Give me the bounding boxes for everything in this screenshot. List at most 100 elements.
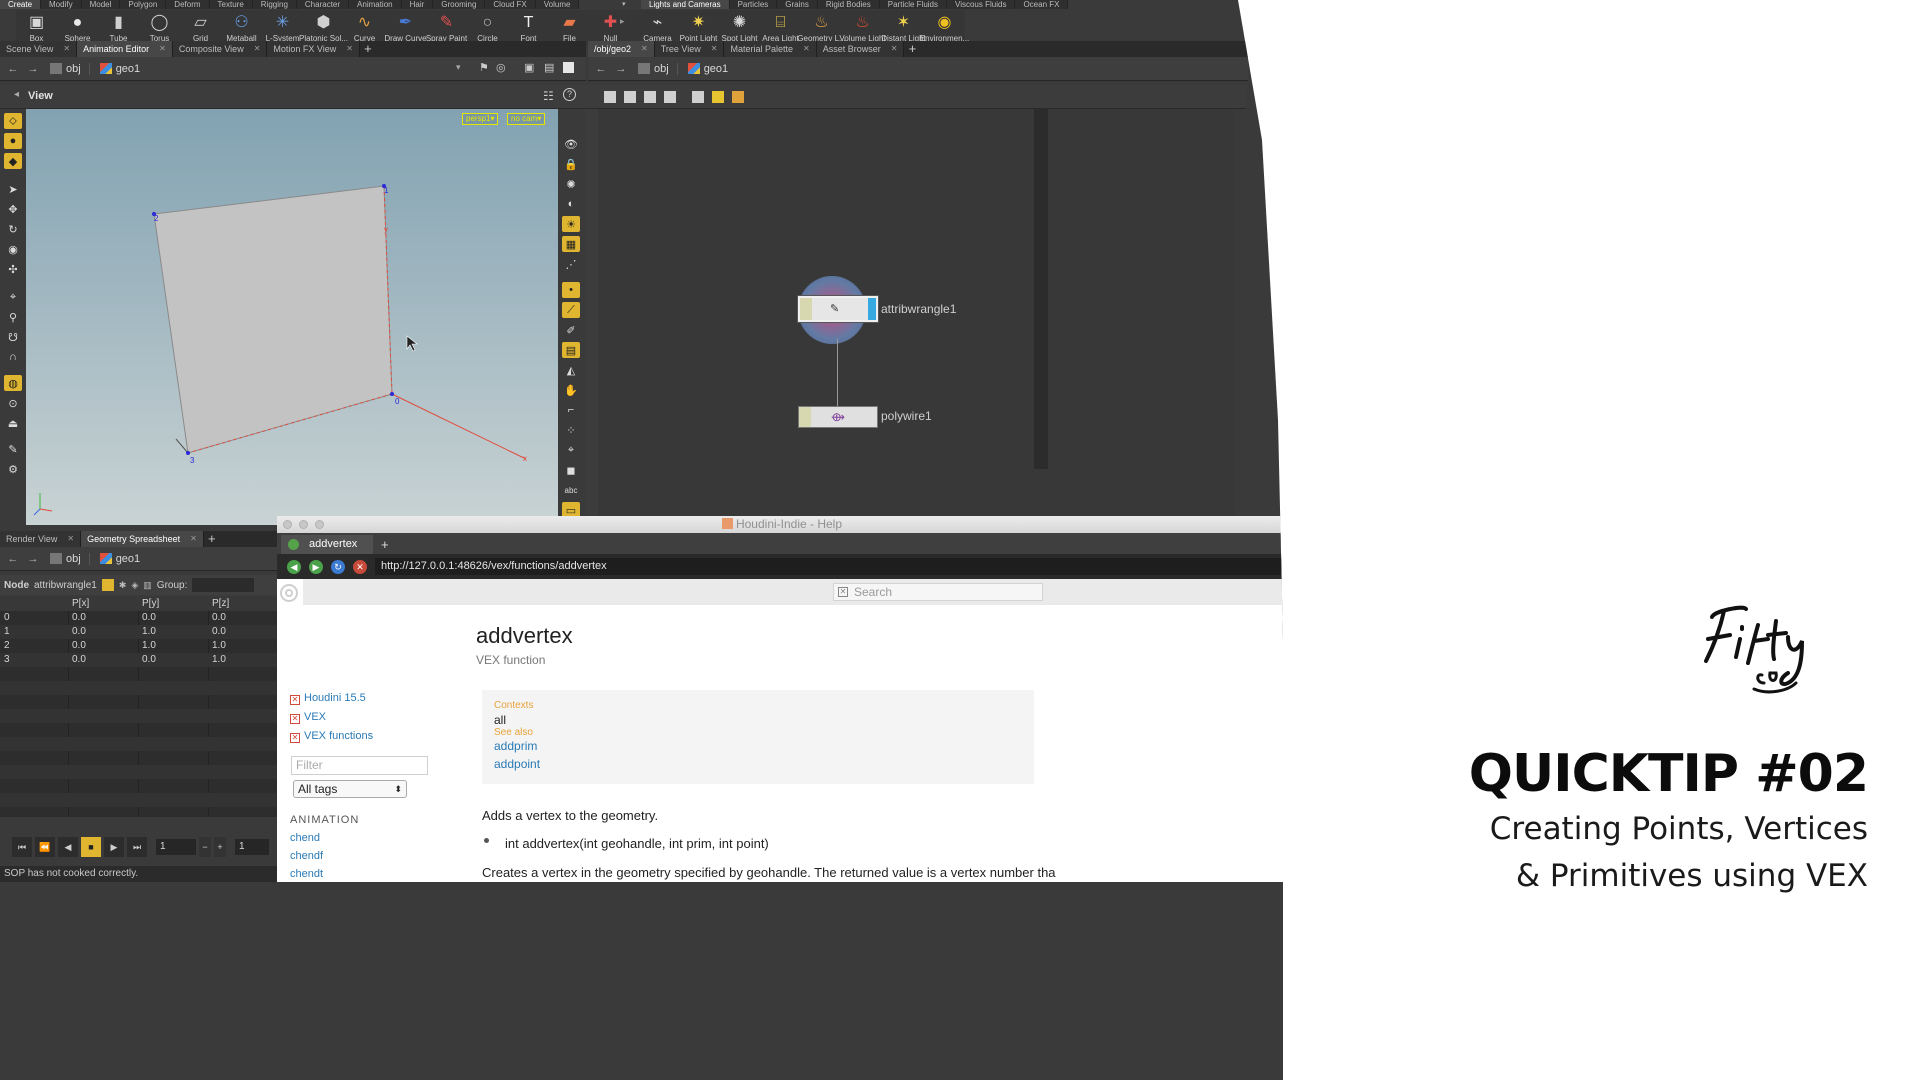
column-header[interactable]: P[x] bbox=[72, 597, 89, 611]
shelf-tab[interactable]: Hair bbox=[401, 0, 434, 9]
display-settings-icon[interactable]: ☷ bbox=[543, 89, 554, 103]
camera-view-icon[interactable]: ▣ bbox=[524, 61, 534, 74]
new-tab-button[interactable]: + bbox=[373, 535, 389, 554]
shelf-tab[interactable]: Lights and Cameras bbox=[641, 0, 730, 9]
breadcrumb-item[interactable]: ✕ VEX functions bbox=[290, 730, 373, 743]
scatter-icon[interactable]: ⁘ bbox=[562, 422, 580, 438]
jump-start-icon[interactable]: ⏮ bbox=[12, 837, 32, 857]
path-segment-obj[interactable]: obj bbox=[46, 62, 90, 75]
snap-tool-icon[interactable]: ☋ bbox=[4, 329, 22, 345]
close-icon[interactable]: ✕ bbox=[711, 41, 718, 57]
group-field[interactable] bbox=[192, 578, 255, 592]
filter-input[interactable]: Filter bbox=[291, 756, 428, 775]
display-points-icon[interactable]: • bbox=[562, 282, 580, 298]
orbit-icon[interactable]: ⊙ bbox=[4, 395, 22, 411]
node-bypass-flag[interactable] bbox=[799, 407, 811, 427]
shelf-tab[interactable]: Rigid Bodies bbox=[817, 0, 880, 9]
close-icon[interactable]: ✕ bbox=[891, 41, 898, 57]
forward-arrow-icon[interactable]: → bbox=[26, 553, 40, 565]
shelf-tab[interactable]: Volume bbox=[535, 0, 580, 9]
hand-icon[interactable]: ✋ bbox=[562, 382, 580, 398]
column-header[interactable]: P[z] bbox=[212, 597, 229, 611]
breadcrumb-item[interactable]: ✕ VEX bbox=[290, 711, 373, 724]
lock-icon[interactable]: 🔒 bbox=[562, 156, 580, 172]
close-icon[interactable]: ✕ bbox=[290, 695, 300, 705]
arrow-pointer-icon[interactable]: ➤ bbox=[4, 181, 22, 197]
select-tool-icon[interactable]: ⬦ bbox=[4, 113, 22, 129]
window-minimize-button[interactable] bbox=[299, 520, 308, 529]
back-arrow-icon[interactable]: ← bbox=[594, 63, 608, 75]
table-row[interactable]: 3 0.0 0.0 1.0 bbox=[0, 653, 277, 667]
node-polywire1[interactable]: ⟴ bbox=[798, 406, 878, 428]
network-scrollbar[interactable] bbox=[1034, 109, 1048, 469]
start-frame-field[interactable]: 1 bbox=[156, 839, 196, 855]
crop-icon[interactable]: ⌐ bbox=[562, 402, 580, 418]
node-bypass-flag[interactable] bbox=[800, 298, 812, 320]
tab-material-palette[interactable]: Material Palette ✕ bbox=[724, 41, 817, 57]
settings-tool-icon[interactable]: ⚙ bbox=[4, 461, 22, 477]
vertices-mode-icon[interactable]: ✱ bbox=[119, 580, 127, 591]
shelf-tab[interactable]: Rigging bbox=[252, 0, 297, 9]
stop-icon[interactable]: ■ bbox=[81, 837, 101, 857]
handle-tool-icon[interactable]: ✣ bbox=[4, 261, 22, 277]
tab-motion-fx-view[interactable]: Motion FX View ✕ bbox=[267, 41, 360, 57]
tab-asset-browser[interactable]: Asset Browser ✕ bbox=[816, 41, 905, 57]
display-normals-icon[interactable]: ⟋ bbox=[562, 302, 580, 318]
breadcrumb-link[interactable]: VEX functions bbox=[304, 730, 373, 742]
decrement-button[interactable]: − bbox=[199, 837, 211, 857]
thumbnail-icon[interactable] bbox=[664, 90, 676, 103]
sticky-icon[interactable] bbox=[732, 90, 744, 103]
scene-viewport[interactable]: persp1▾ no cam▾ 0 1 2 3 y x bbox=[26, 109, 558, 525]
shelf-tab[interactable]: Polygon bbox=[120, 0, 167, 9]
note-icon[interactable] bbox=[712, 90, 724, 103]
see-also-link[interactable]: addpoint bbox=[494, 757, 540, 771]
shelf-tab[interactable]: Texture bbox=[209, 0, 253, 9]
shelf-tab[interactable]: Deform bbox=[166, 0, 210, 9]
select-points-icon[interactable]: ● bbox=[4, 133, 22, 149]
brush-icon[interactable]: ✐ bbox=[562, 322, 580, 338]
record-icon[interactable]: ◼ bbox=[562, 462, 580, 478]
shelf-tab[interactable]: Grooming bbox=[433, 0, 486, 9]
view-tool-icon[interactable]: ⚲ bbox=[4, 309, 22, 325]
close-icon[interactable]: ✕ bbox=[346, 41, 353, 57]
detail-mode-icon[interactable]: ▥ bbox=[143, 580, 152, 591]
shelf-tab[interactable]: Create bbox=[0, 0, 42, 9]
help-search-input[interactable]: ✕ Search bbox=[833, 583, 1043, 601]
shelf-tab[interactable]: Grains bbox=[777, 0, 818, 9]
close-icon[interactable]: ✕ bbox=[290, 714, 300, 724]
magnet-icon[interactable]: ∩ bbox=[4, 349, 22, 365]
paint-tool-icon[interactable]: ✎ bbox=[4, 441, 22, 457]
forward-arrow-icon[interactable]: ▶ bbox=[309, 559, 323, 574]
shelf-scroll-arrow-icon[interactable]: ▸ bbox=[620, 16, 630, 36]
shading-icon[interactable]: ◐ bbox=[562, 196, 580, 212]
snap-grid-icon[interactable]: ⋰ bbox=[562, 256, 580, 272]
link-icon[interactable]: ◎ bbox=[496, 61, 506, 74]
window-zoom-button[interactable] bbox=[315, 520, 324, 529]
camera-tool-icon[interactable]: ◍ bbox=[4, 375, 22, 391]
tab-tree-view[interactable]: Tree View ✕ bbox=[654, 41, 725, 57]
add-tab-button[interactable]: + bbox=[904, 41, 920, 57]
jump-end-icon[interactable]: ⏭ bbox=[127, 837, 147, 857]
path-dropdown-icon[interactable]: ▾ bbox=[456, 62, 461, 73]
breadcrumb-item[interactable]: ✕ Houdini 15.5 bbox=[290, 692, 373, 705]
close-icon[interactable]: ✕ bbox=[67, 531, 74, 547]
help-icon[interactable]: ? bbox=[563, 88, 576, 101]
increment-button[interactable]: + bbox=[214, 837, 226, 857]
tab-geometry-spreadsheet[interactable]: Geometry Spreadsheet ✕ bbox=[81, 531, 204, 547]
close-icon[interactable]: ✕ bbox=[254, 41, 261, 57]
shelf-tab[interactable]: Ocean FX bbox=[1015, 0, 1069, 9]
node-attribwrangle1[interactable]: ✎ bbox=[798, 296, 878, 322]
window-close-button[interactable] bbox=[283, 520, 292, 529]
play-icon[interactable]: ▶ bbox=[104, 837, 124, 857]
close-icon[interactable]: ✕ bbox=[641, 41, 648, 57]
shelf-tab[interactable]: Particle Fluids bbox=[879, 0, 948, 9]
image-icon[interactable] bbox=[692, 90, 704, 103]
paint-bucket-icon[interactable]: ◭ bbox=[562, 362, 580, 378]
breadcrumb-link[interactable]: Houdini 15.5 bbox=[304, 692, 366, 704]
add-tab-button[interactable]: + bbox=[360, 41, 376, 57]
forward-arrow-icon[interactable]: → bbox=[614, 63, 628, 75]
rotate-tool-icon[interactable]: ↻ bbox=[4, 221, 22, 237]
node-display-flag[interactable] bbox=[868, 298, 876, 320]
tab-render-view[interactable]: Render View ✕ bbox=[0, 531, 82, 547]
play-reverse-icon[interactable]: ◀ bbox=[58, 837, 78, 857]
